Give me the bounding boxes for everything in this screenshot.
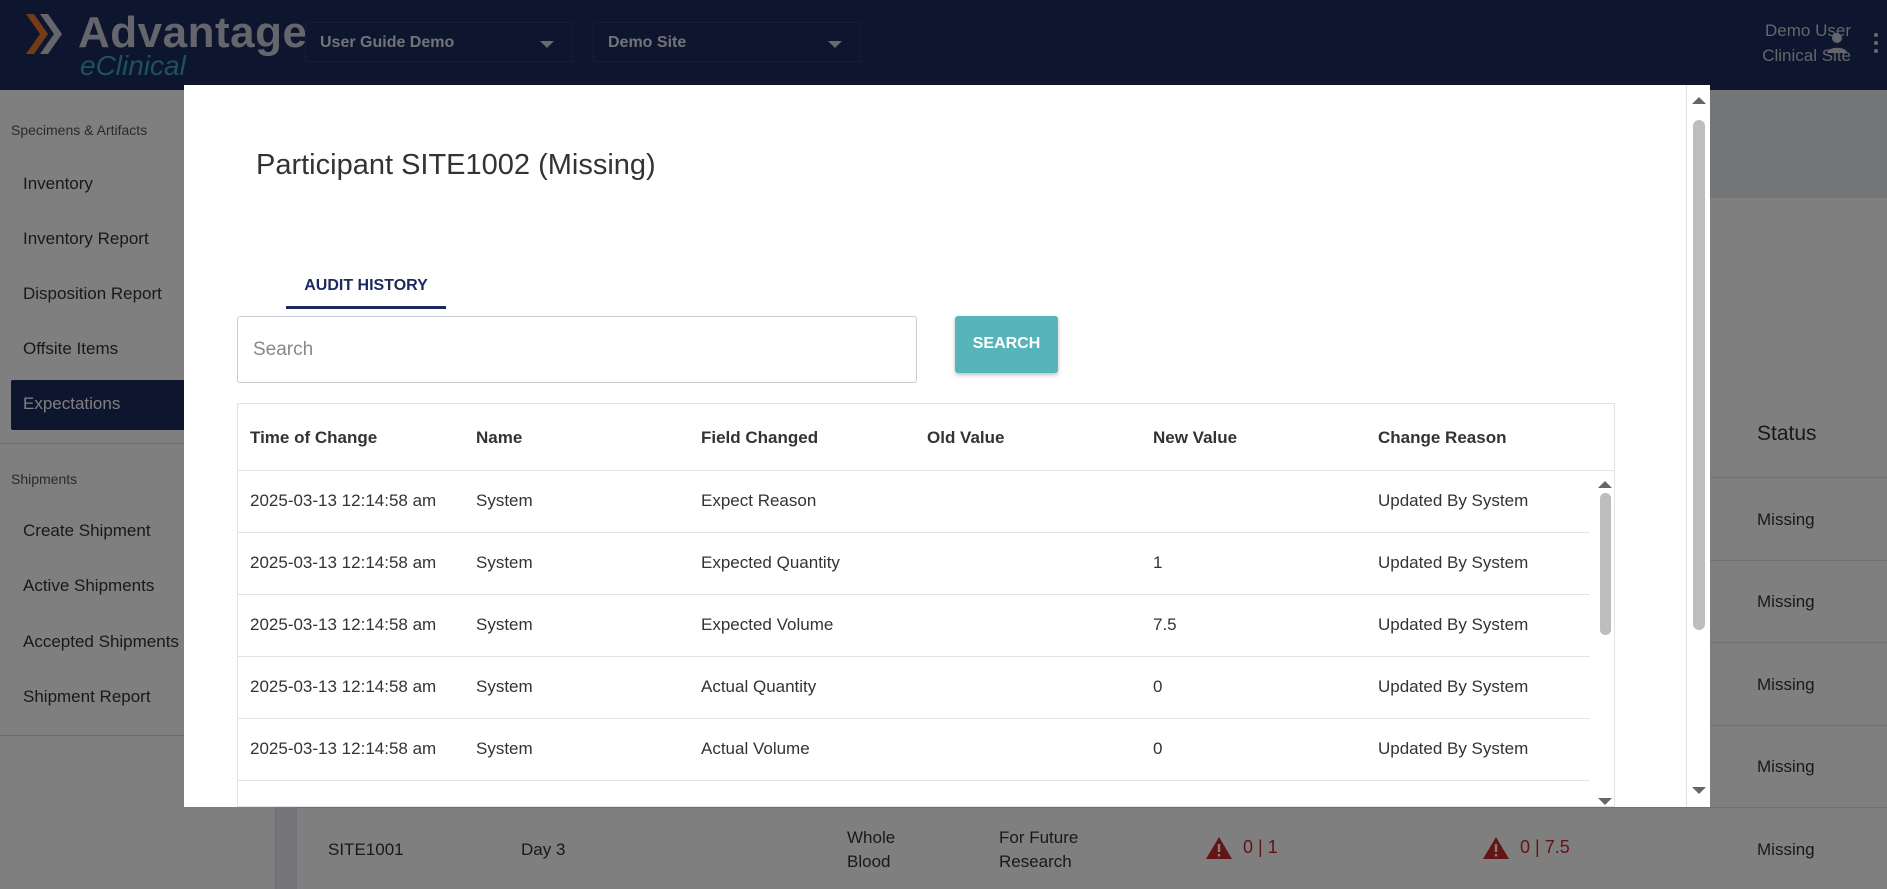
field-cell: Actual Volume	[701, 739, 810, 758]
time-cell: 2025-03-13 12:14:58 am	[250, 491, 437, 510]
scroll-down-arrow-icon[interactable]	[1598, 798, 1612, 805]
search-input[interactable]: Search	[237, 316, 917, 383]
name-cell: System	[476, 553, 533, 572]
reason-cell: Updated By System	[1378, 553, 1529, 572]
audit-history-table: Time of Change Name Field Changed Old Va…	[237, 403, 1615, 807]
participant-modal: Participant SITE1002 (Missing) AUDIT HIS…	[184, 85, 1710, 807]
tab-audit-history[interactable]: AUDIT HISTORY	[286, 265, 446, 309]
reason-cell: Updated By System	[1378, 739, 1529, 758]
field-cell: Actual Quantity	[701, 677, 817, 696]
table-scrollbar[interactable]	[1595, 471, 1614, 806]
table-header: Time of Change Name Field Changed Old Va…	[238, 404, 1614, 471]
column-header[interactable]: Name	[476, 428, 522, 448]
name-cell: System	[476, 491, 533, 510]
table-scrollbar-thumb[interactable]	[1600, 493, 1611, 635]
new-value-cell: 7.5	[1153, 615, 1177, 634]
time-cell: 2025-03-13 12:14:58 am	[250, 739, 437, 758]
reason-cell: Updated By System	[1378, 615, 1529, 634]
name-cell: System	[476, 739, 533, 758]
field-cell: Expected Quantity	[701, 553, 840, 572]
name-cell: System	[476, 677, 533, 696]
table-row[interactable]: 2025-03-13 12:14:58 am System Expected V…	[238, 595, 1590, 657]
new-value-cell: 1	[1153, 553, 1163, 572]
column-header[interactable]: Change Reason	[1378, 428, 1506, 448]
scroll-down-arrow-icon[interactable]	[1692, 787, 1706, 794]
table-row[interactable]	[238, 781, 1590, 806]
field-cell: Expect Reason	[701, 491, 817, 510]
modal-scrollbar[interactable]	[1686, 85, 1710, 807]
table-row[interactable]: 2025-03-13 12:14:58 am System Actual Vol…	[238, 719, 1590, 781]
scroll-up-arrow-icon[interactable]	[1598, 481, 1612, 488]
field-cell: Expected Volume	[701, 615, 834, 634]
time-cell: 2025-03-13 12:14:58 am	[250, 553, 437, 572]
table-row[interactable]: 2025-03-13 12:14:58 am System Actual Qua…	[238, 657, 1590, 719]
time-cell: 2025-03-13 12:14:58 am	[250, 677, 437, 696]
column-header[interactable]: Field Changed	[701, 428, 818, 448]
new-value-cell: 0	[1153, 739, 1163, 758]
new-value-cell: 0	[1153, 677, 1163, 696]
name-cell: System	[476, 615, 533, 634]
column-header[interactable]: Time of Change	[250, 428, 377, 448]
time-cell: 2025-03-13 12:14:58 am	[250, 615, 437, 634]
scroll-up-arrow-icon[interactable]	[1692, 97, 1706, 104]
reason-cell: Updated By System	[1378, 491, 1529, 510]
search-button[interactable]: SEARCH	[955, 316, 1058, 373]
modal-title: Participant SITE1002 (Missing)	[256, 149, 656, 181]
reason-cell: Updated By System	[1378, 677, 1529, 696]
column-header[interactable]: Old Value	[927, 428, 1004, 448]
table-row[interactable]: 2025-03-13 12:14:58 am System Expected Q…	[238, 533, 1590, 595]
table-row[interactable]: 2025-03-13 12:14:58 am System Expect Rea…	[238, 471, 1590, 533]
column-header[interactable]: New Value	[1153, 428, 1237, 448]
modal-scrollbar-thumb[interactable]	[1693, 120, 1705, 630]
